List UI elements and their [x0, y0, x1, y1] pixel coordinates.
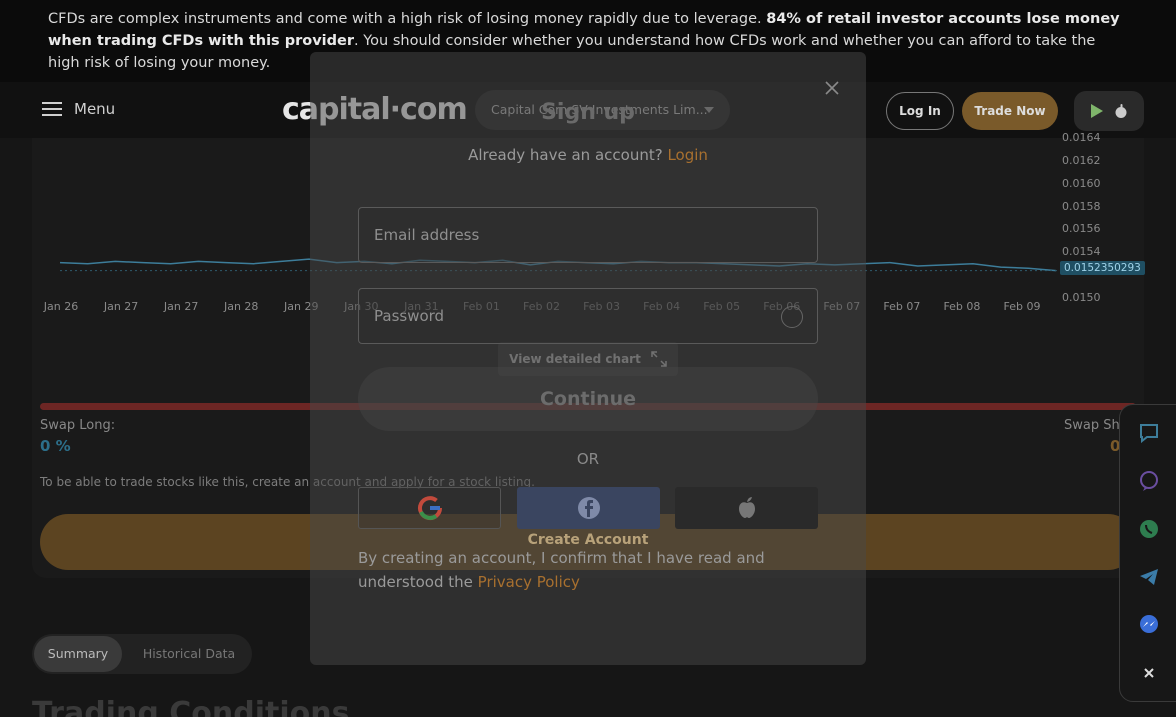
modal-close-icon[interactable] [822, 78, 842, 98]
login-link[interactable]: Login [667, 146, 707, 164]
y-tick-label: 0.0156 [1062, 222, 1101, 236]
swap-long-value: 0 % [40, 437, 71, 455]
section-title: Trading Conditions [32, 696, 350, 717]
x-tick-label: Jan 27 [163, 300, 199, 313]
tab-historical-data[interactable]: Historical Data [132, 636, 246, 672]
y-tick-label: 0.0150 [1062, 291, 1101, 304]
login-button[interactable]: Log In [886, 92, 954, 130]
telegram-icon[interactable] [1137, 565, 1161, 589]
x-tick-label: Feb 08 [943, 300, 981, 313]
facebook-signup-button[interactable] [517, 487, 660, 529]
apple-icon [738, 497, 755, 518]
modal-title: Sign up [541, 100, 635, 125]
consent-text: By creating an account, I confirm that I… [358, 546, 778, 594]
or-divider: OR [576, 450, 600, 468]
y-tick-label: 0.0160 [1062, 176, 1101, 190]
x-tick-label: Jan 26 [43, 300, 79, 313]
y-axis-ticks: 0.0164 0.0162 0.0160 0.0158 0.0156 0.0154 0.01… [1062, 131, 1144, 338]
email-field[interactable]: Email address [358, 207, 818, 263]
privacy-policy-link[interactable]: Privacy Policy [478, 573, 580, 591]
swap-long-label: Swap Long: [40, 418, 116, 433]
modal-subtitle-text: Already have an account? [468, 146, 663, 164]
modal-subtitle: Already have an account? Login [310, 146, 866, 164]
menu-button[interactable]: Menu [42, 100, 115, 118]
current-price-label: 0.0152350293 [1060, 261, 1145, 275]
facebook-icon [577, 497, 600, 519]
x-tick-label: Feb 09 [1003, 300, 1041, 313]
risk-warning-text: CFDs are complex instruments and come wi… [48, 11, 762, 27]
google-play-icon [1091, 104, 1103, 118]
menu-label: Menu [74, 100, 116, 118]
password-field[interactable]: Password [358, 288, 818, 344]
chat-icon[interactable] [1137, 421, 1161, 445]
signup-modal: Sign up Already have an account? Login E… [310, 52, 866, 665]
whatsapp-icon[interactable] [1137, 517, 1161, 541]
messenger-icon[interactable] [1137, 613, 1161, 637]
continue-button[interactable]: Continue [358, 367, 818, 431]
apple-icon [1115, 104, 1127, 118]
apple-signup-button[interactable] [675, 487, 818, 529]
eye-icon[interactable] [781, 306, 803, 328]
x-tick-label: Jan 27 [103, 300, 139, 313]
google-icon [417, 496, 442, 521]
password-placeholder: Password [374, 307, 445, 325]
y-tick-label: 0.0162 [1062, 153, 1101, 167]
x-tick-label: Feb 07 [883, 300, 921, 313]
viber-icon[interactable] [1137, 469, 1161, 493]
hamburger-icon [42, 102, 62, 116]
social-panel [1119, 404, 1176, 702]
x-tick-label: Jan 28 [223, 300, 259, 313]
email-placeholder: Email address [374, 226, 480, 244]
trade-now-button[interactable]: Trade Now [962, 92, 1058, 130]
app-download-button[interactable] [1074, 91, 1144, 131]
tab-bar: Summary Historical Data [32, 634, 252, 674]
y-tick-label: 0.0154 [1062, 245, 1101, 259]
y-tick-label: 0.0164 [1062, 131, 1101, 144]
y-tick-label: 0.0158 [1062, 199, 1101, 213]
google-signup-button[interactable] [358, 487, 501, 529]
close-icon[interactable] [1137, 661, 1161, 685]
tab-summary[interactable]: Summary [34, 636, 122, 672]
